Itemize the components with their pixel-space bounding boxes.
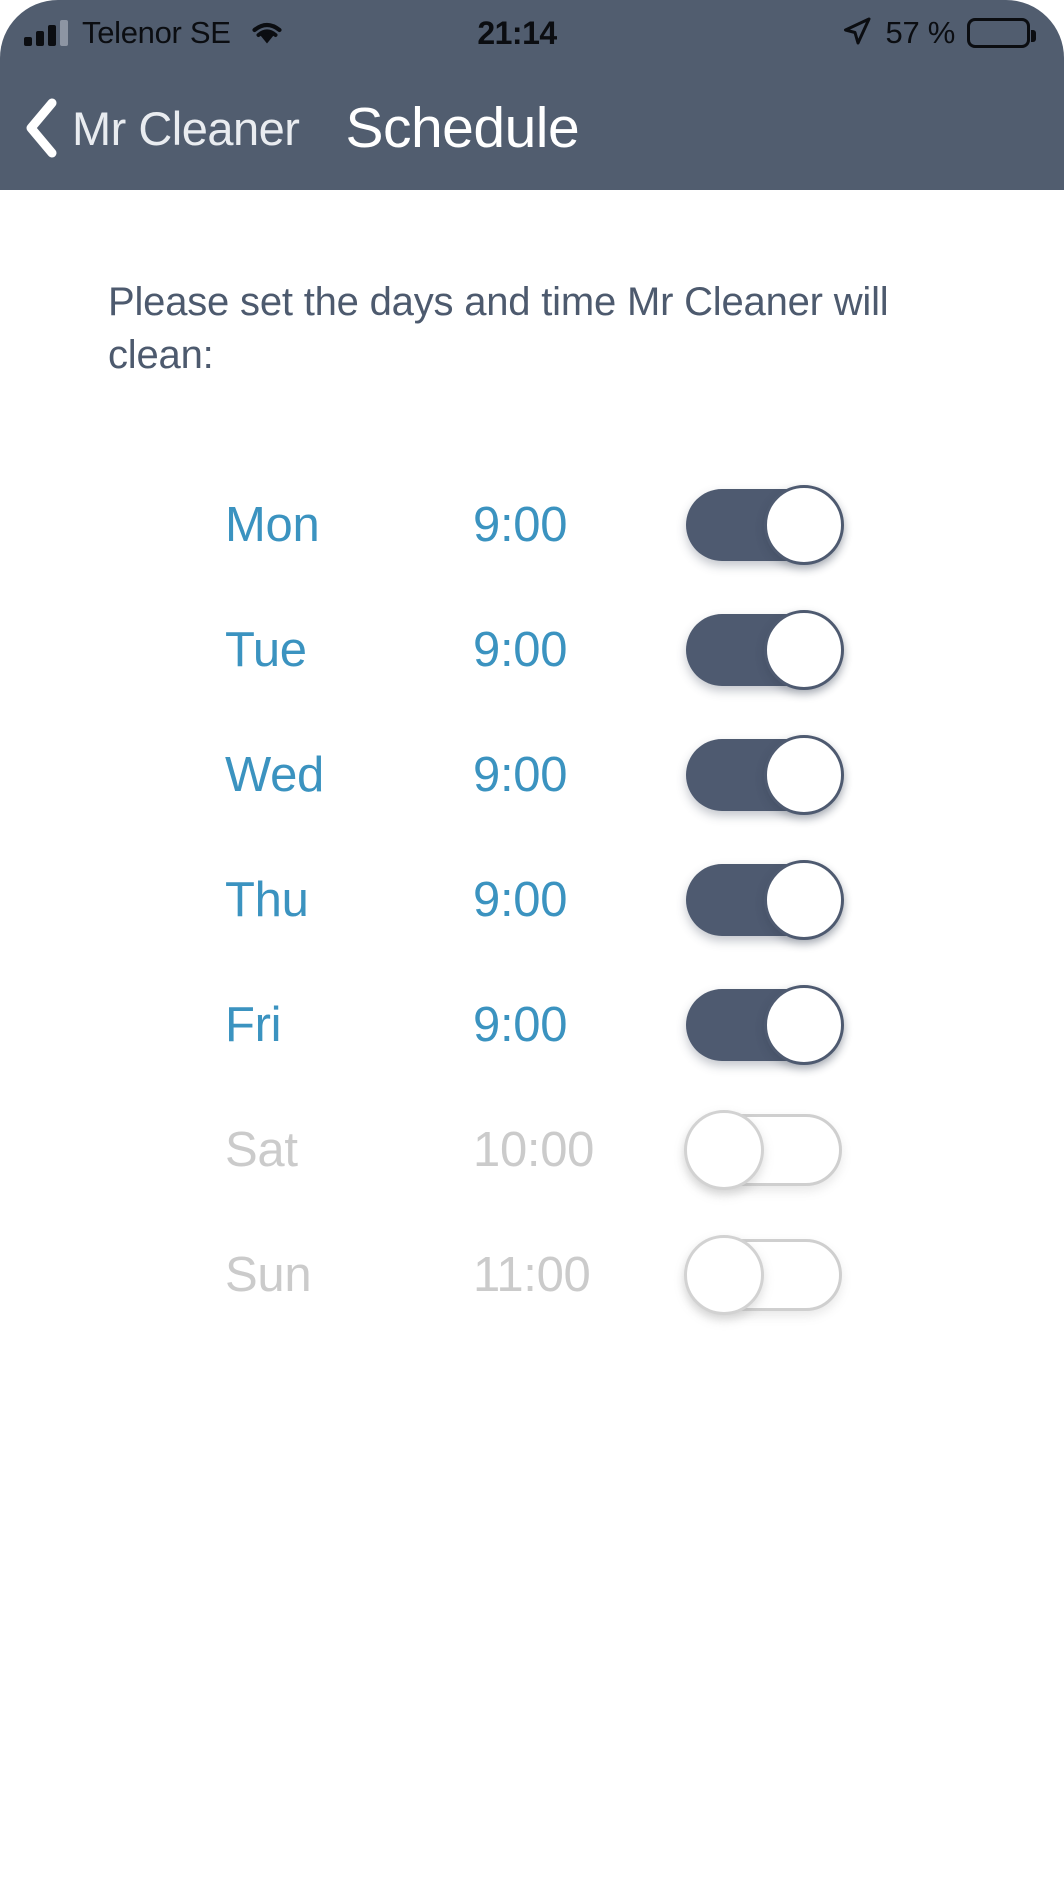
day-toggle-switch[interactable]: [684, 1234, 842, 1315]
chevron-left-icon: [18, 97, 66, 159]
schedule-row: Sun 11:00: [0, 1212, 1064, 1337]
schedule-row: Wed 9:00: [0, 712, 1064, 837]
time-label[interactable]: 11:00: [473, 1247, 591, 1303]
schedule-row: Tue 9:00: [0, 587, 1064, 712]
toggle-knob: [764, 734, 844, 815]
wifi-icon: [249, 19, 285, 47]
toggle-knob: [764, 984, 844, 1065]
phone-screen: Telenor SE 21:14 57 % Mr Cleaner Schedul…: [0, 0, 1064, 1891]
day-label: Sat: [225, 1122, 298, 1177]
day-toggle-switch[interactable]: [686, 734, 844, 815]
toggle-knob: [684, 1109, 764, 1190]
toggle-knob: [764, 484, 844, 565]
status-bar: Telenor SE 21:14 57 %: [0, 0, 1064, 66]
day-label: Wed: [225, 747, 324, 802]
status-bar-clock: 21:14: [477, 14, 557, 51]
back-button[interactable]: Mr Cleaner: [18, 97, 300, 159]
time-label[interactable]: 9:00: [473, 872, 567, 928]
toggle-knob: [684, 1234, 764, 1315]
battery-percent-label: 57 %: [885, 15, 956, 50]
time-label[interactable]: 10:00: [473, 1122, 594, 1178]
battery-icon: [967, 18, 1036, 48]
schedule-row: Sat 10:00: [0, 1087, 1064, 1212]
main-content: Please set the days and time Mr Cleaner …: [0, 190, 1064, 1891]
toggle-knob: [764, 859, 844, 940]
schedule-row: Mon 9:00: [0, 462, 1064, 587]
schedule-row: Thu 9:00: [0, 837, 1064, 962]
day-label: Fri: [225, 997, 282, 1052]
time-label[interactable]: 9:00: [473, 997, 567, 1053]
day-toggle-switch[interactable]: [686, 484, 844, 565]
cellular-signal-icon: [24, 20, 68, 46]
day-label: Tue: [225, 622, 307, 677]
time-label[interactable]: 9:00: [473, 497, 567, 553]
toggle-knob: [764, 609, 844, 690]
location-arrow-icon: [840, 14, 874, 53]
schedule-list: Mon 9:00 Tue 9:00 Wed 9:00 Thu 9:00 Fri 9:00 Sat 10…: [0, 462, 1064, 1337]
time-label[interactable]: 9:00: [473, 747, 567, 803]
day-label: Thu: [225, 872, 309, 927]
day-toggle-switch[interactable]: [686, 859, 844, 940]
page-title: Schedule: [345, 96, 580, 160]
instructions-text: Please set the days and time Mr Cleaner …: [108, 280, 889, 377]
schedule-row: Fri 9:00: [0, 962, 1064, 1087]
status-bar-right: 57 %: [700, 14, 1036, 53]
status-bar-left: Telenor SE: [24, 15, 364, 51]
day-label: Mon: [225, 497, 320, 552]
day-toggle-switch[interactable]: [686, 984, 844, 1065]
day-label: Sun: [225, 1247, 312, 1302]
day-toggle-switch[interactable]: [686, 609, 844, 690]
navigation-bar: Mr Cleaner Schedule: [0, 66, 1064, 190]
day-toggle-switch[interactable]: [684, 1109, 842, 1190]
back-button-label: Mr Cleaner: [72, 101, 300, 155]
time-label[interactable]: 9:00: [473, 622, 567, 678]
carrier-label: Telenor SE: [82, 15, 231, 50]
